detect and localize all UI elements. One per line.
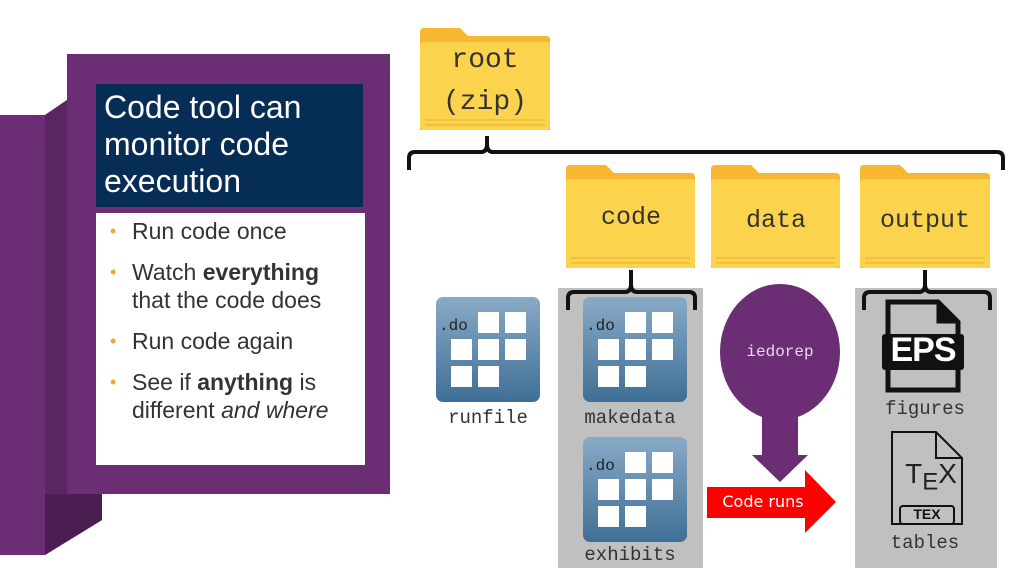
frame-shade <box>45 100 67 494</box>
exhibits-label: exhibits <box>584 544 676 566</box>
bullet-text: See if anything is different and where <box>132 368 355 424</box>
tex-logo: TEX <box>905 458 957 496</box>
bullet-text: Watch everything that the code does <box>132 258 355 314</box>
iedorep-label: iedorep <box>746 343 814 361</box>
bullet-icon: • <box>110 262 117 282</box>
bullet-text-part: See if <box>132 369 198 395</box>
data-folder-label: data <box>745 206 806 235</box>
code-folder-label: code <box>600 203 661 232</box>
bullet-text-part: Run code once <box>132 218 287 244</box>
frame-shadow <box>45 494 102 555</box>
bullet-item: • See if anything is different and where <box>110 368 355 424</box>
exhibits-do-icon[interactable]: .do <box>583 437 687 542</box>
iedorep-icon <box>720 284 840 482</box>
output-folder-label: output <box>879 206 970 235</box>
root-brace <box>407 136 1005 170</box>
tex-badge: TEX <box>913 506 941 522</box>
root-line2: (zip) <box>442 87 527 118</box>
bullet-item: • Run code again <box>110 327 355 355</box>
runfile-label: runfile <box>448 407 528 429</box>
makedata-do-icon[interactable]: .do <box>583 297 687 402</box>
root-line1: root <box>451 45 519 76</box>
panel-title: Code tool can monitor code execution <box>96 84 363 207</box>
bullet-icon: • <box>110 372 117 392</box>
bullet-text-part: and where <box>221 397 329 423</box>
makedata-label: makedata <box>584 407 676 429</box>
tables-label: tables <box>890 532 960 554</box>
bullet-text-part: everything <box>202 259 320 285</box>
bullet-text: Run code once <box>132 217 355 245</box>
do-extension-label: .do <box>439 317 468 335</box>
runfile-do-icon[interactable]: .do <box>436 297 540 402</box>
bullet-icon: • <box>110 331 117 351</box>
bullet-text-part: Watch <box>132 259 203 285</box>
figures-label: figures <box>885 398 965 420</box>
bullet-icon: • <box>110 221 117 241</box>
output-column <box>855 288 997 568</box>
bullet-item: • Run code once <box>110 217 355 245</box>
do-extension-label: .do <box>586 317 615 335</box>
root-folder-label: root (zip) <box>420 40 550 124</box>
bullet-text: Run code again <box>132 327 355 355</box>
bullet-text-part: that the code does <box>132 287 322 313</box>
do-extension-label: .do <box>586 457 615 475</box>
code-runs-label: Code runs <box>722 492 804 511</box>
eps-text: EPS <box>890 331 956 369</box>
bullet-text-part: Run code again <box>132 328 294 354</box>
bullet-item: • Watch everything that the code does <box>110 258 355 314</box>
bullet-list: • Run code once • Watch everything that the… <box>96 213 365 465</box>
bullet-text-part: anything <box>197 369 294 395</box>
